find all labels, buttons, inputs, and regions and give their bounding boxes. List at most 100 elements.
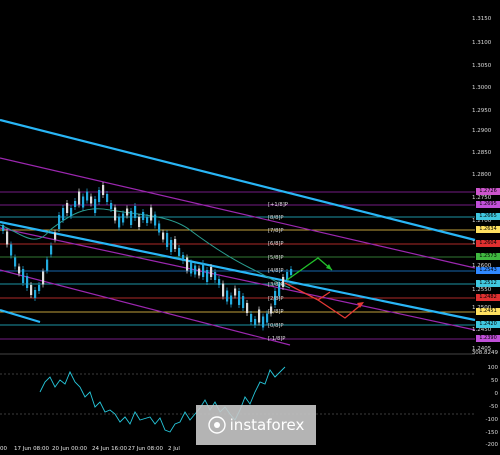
candle-body — [250, 314, 253, 322]
candle-body — [6, 231, 9, 245]
oscillator-axis-label: 308.8249 — [471, 350, 498, 356]
candle-body — [98, 190, 101, 202]
candle-body — [78, 191, 81, 205]
price-axis-label: 1.3150 — [472, 16, 492, 22]
oscillator-axis-label: -200 — [485, 442, 498, 448]
candle-body — [102, 185, 105, 195]
time-axis-label: 27 Jun 08:00 — [128, 446, 163, 452]
candle-body — [254, 319, 257, 325]
minor-channel-2 — [0, 227, 476, 331]
candle-body — [214, 272, 217, 280]
candle-body — [66, 203, 69, 213]
price-level-tag: 1.2726 — [476, 188, 500, 195]
price-level-tag: 1.2512 — [476, 280, 500, 287]
candle-body — [242, 296, 245, 308]
candle-body — [2, 225, 5, 231]
candle-body — [230, 295, 233, 305]
price-level-tag: 1.2420 — [476, 321, 500, 328]
oscillator-axis-label: 50 — [491, 378, 498, 384]
candle-body — [154, 214, 157, 226]
instaforex-logo: instaforex — [196, 405, 316, 445]
candle-body — [238, 291, 241, 305]
logo-text: instaforex — [229, 416, 305, 434]
candle-body — [138, 217, 141, 227]
price-axis-label: 1.3000 — [472, 85, 492, 91]
candle-body — [126, 208, 129, 216]
candle-body — [162, 232, 165, 240]
murrey-level-label: [3/8]P — [268, 282, 284, 288]
candle-body — [114, 207, 117, 221]
oscillator-axis-label: -50 — [489, 404, 498, 410]
candle-body — [110, 203, 113, 209]
oscillator-axis-label: -150 — [485, 430, 498, 436]
price-level-tag: 1.2634 — [476, 226, 500, 233]
candle-body — [50, 245, 53, 255]
candle-body — [170, 240, 173, 252]
candle-body — [150, 207, 153, 221]
candle-body — [226, 290, 229, 302]
candle-body — [262, 316, 265, 328]
channel-upper — [0, 118, 476, 242]
murrey-level-label: [6/8]P — [268, 241, 284, 247]
oscillator-axis-label: 0 — [494, 391, 499, 397]
candle-body — [146, 217, 149, 223]
price-level-tag: 1.2543 — [476, 267, 500, 274]
candle-body — [166, 233, 169, 247]
murrey-level-label: [2/8]P — [268, 296, 284, 302]
candle-body — [234, 288, 237, 296]
instaforex-emblem-icon — [207, 416, 226, 434]
candle-body — [130, 211, 133, 225]
price-axis-label: 1.2900 — [472, 128, 492, 134]
candle-body — [70, 208, 73, 216]
price-level-tag: 1.2451 — [476, 308, 500, 315]
candle-body — [18, 266, 21, 274]
forecast-up-arrow — [286, 257, 333, 281]
candle-body — [38, 285, 41, 291]
candle-body — [14, 257, 17, 267]
candle-body — [26, 276, 29, 288]
time-axis-label: 24 Jun 16:00 — [92, 446, 127, 452]
candle-body — [218, 279, 221, 285]
murrey-level-label: [0/8]P — [268, 323, 284, 329]
price-chart[interactable] — [0, 0, 500, 352]
candle-body — [22, 269, 25, 283]
murrey-level-label: [-1/8]P — [268, 336, 286, 342]
candle-body — [258, 309, 261, 323]
candle-body — [86, 191, 89, 201]
price-level-tag: 1.2573 — [476, 253, 500, 260]
price-level-tag: 1.2695 — [476, 201, 500, 208]
candle-body — [46, 259, 49, 271]
murrey-level-label: [7/8]P — [268, 228, 284, 234]
candle-body — [210, 267, 213, 277]
candle-body — [62, 208, 65, 220]
trading-chart[interactable]: 1.3150 1.3100 1.3050 1.3000 1.2950 1.2900 1.28… — [0, 0, 500, 455]
candle-body — [198, 268, 201, 276]
murrey-level-label: [8/8]P — [268, 215, 284, 221]
candle-body — [190, 262, 193, 274]
candle-body — [186, 257, 189, 271]
candle-body — [42, 271, 45, 285]
price-axis-label: 1.3050 — [472, 63, 492, 69]
murrey-level-label: [4/8]P — [268, 268, 284, 274]
time-axis-label: 2 Jul — [168, 446, 180, 452]
candle-body — [290, 269, 293, 275]
price-axis-label: 1.2550 — [472, 287, 492, 293]
price-axis-label: 1.3100 — [472, 40, 492, 46]
candle-body — [90, 196, 93, 204]
time-axis-label: 17 Jun 08:00 — [14, 446, 49, 452]
candle-body — [34, 290, 37, 298]
candle-body — [74, 201, 77, 207]
candle-body — [246, 303, 249, 313]
candle-body — [142, 212, 145, 220]
candle-body — [58, 215, 61, 229]
candle-body — [202, 263, 205, 277]
murrey-level-label: [5/8]P — [268, 255, 284, 261]
candle-body — [182, 255, 185, 261]
price-axis-label: 1.2950 — [472, 108, 492, 114]
price-level-tag: 1.2604 — [476, 240, 500, 247]
candle-body — [118, 216, 121, 228]
candle-body — [82, 196, 85, 208]
candle-body — [222, 283, 225, 297]
candle-body — [10, 244, 13, 256]
candle-body — [158, 223, 161, 233]
